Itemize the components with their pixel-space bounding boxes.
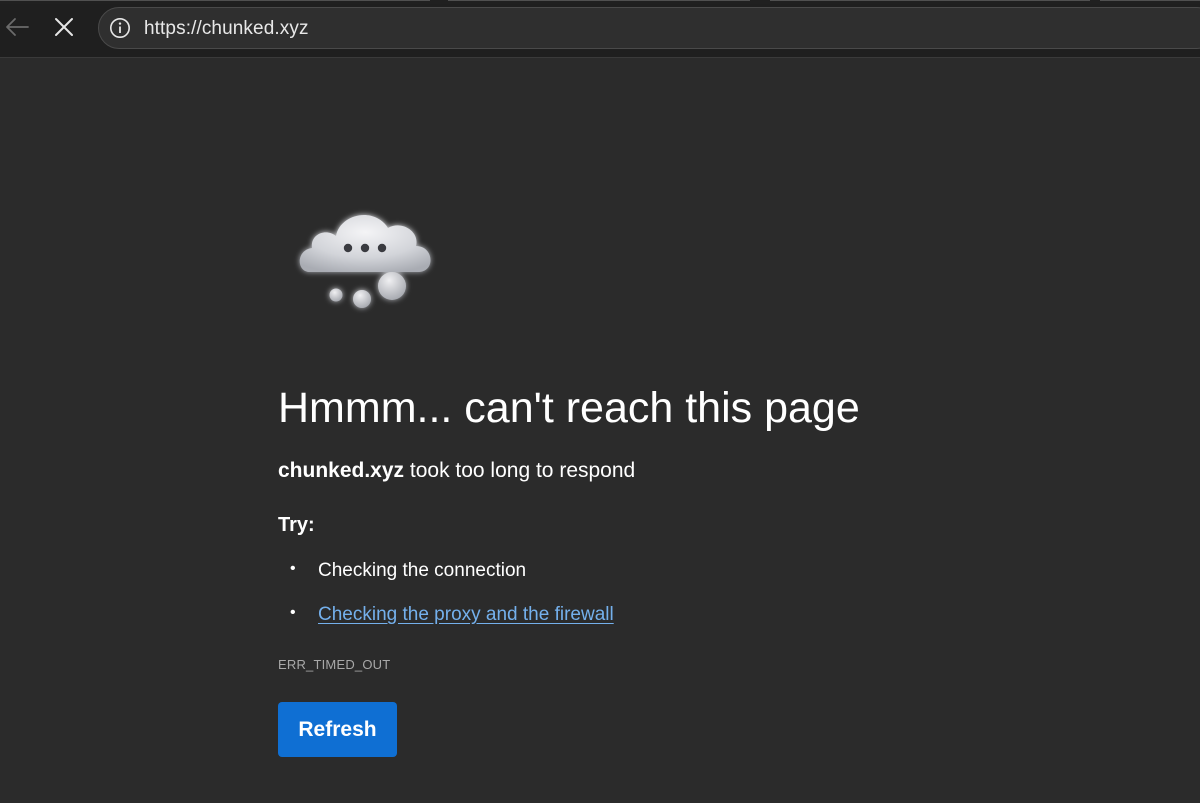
stop-loading-button[interactable] <box>47 12 81 46</box>
suggestion-text: Checking the connection <box>318 560 527 581</box>
tab-strip-line <box>1100 0 1200 1</box>
suggestion-item: • Checking the connection <box>290 560 614 604</box>
error-code: ERR_TIMED_OUT <box>278 657 391 672</box>
suggestion-list: • Checking the connection • Checking the… <box>290 560 614 648</box>
bullet: • <box>290 560 296 577</box>
error-host: chunked.xyz <box>278 459 405 482</box>
back-arrow-icon <box>4 17 30 42</box>
info-icon[interactable] <box>109 17 131 39</box>
tab-strip-line <box>0 0 430 1</box>
suggestion-item: • Checking the proxy and the firewall <box>290 604 614 648</box>
proxy-firewall-link[interactable]: Checking the proxy and the firewall <box>318 604 614 625</box>
close-icon <box>54 17 74 42</box>
bullet: • <box>290 604 296 621</box>
browser-toolbar: https://chunked.xyz <box>0 0 1200 58</box>
tab-strip-line <box>448 0 750 1</box>
error-description: chunked.xyz took too long to respond <box>278 459 635 483</box>
error-reason: took too long to respond <box>404 459 636 482</box>
tab-strip-line <box>770 0 1090 1</box>
refresh-button[interactable]: Refresh <box>278 702 397 757</box>
back-button[interactable] <box>0 12 34 46</box>
tab-strip-edge <box>0 0 1200 4</box>
url-text[interactable]: https://chunked.xyz <box>144 18 309 40</box>
address-bar[interactable]: https://chunked.xyz <box>98 7 1200 49</box>
error-headline: Hmmm... can't reach this page <box>278 384 860 432</box>
cloud-thinking-icon <box>292 200 442 315</box>
try-label: Try: <box>278 514 315 536</box>
